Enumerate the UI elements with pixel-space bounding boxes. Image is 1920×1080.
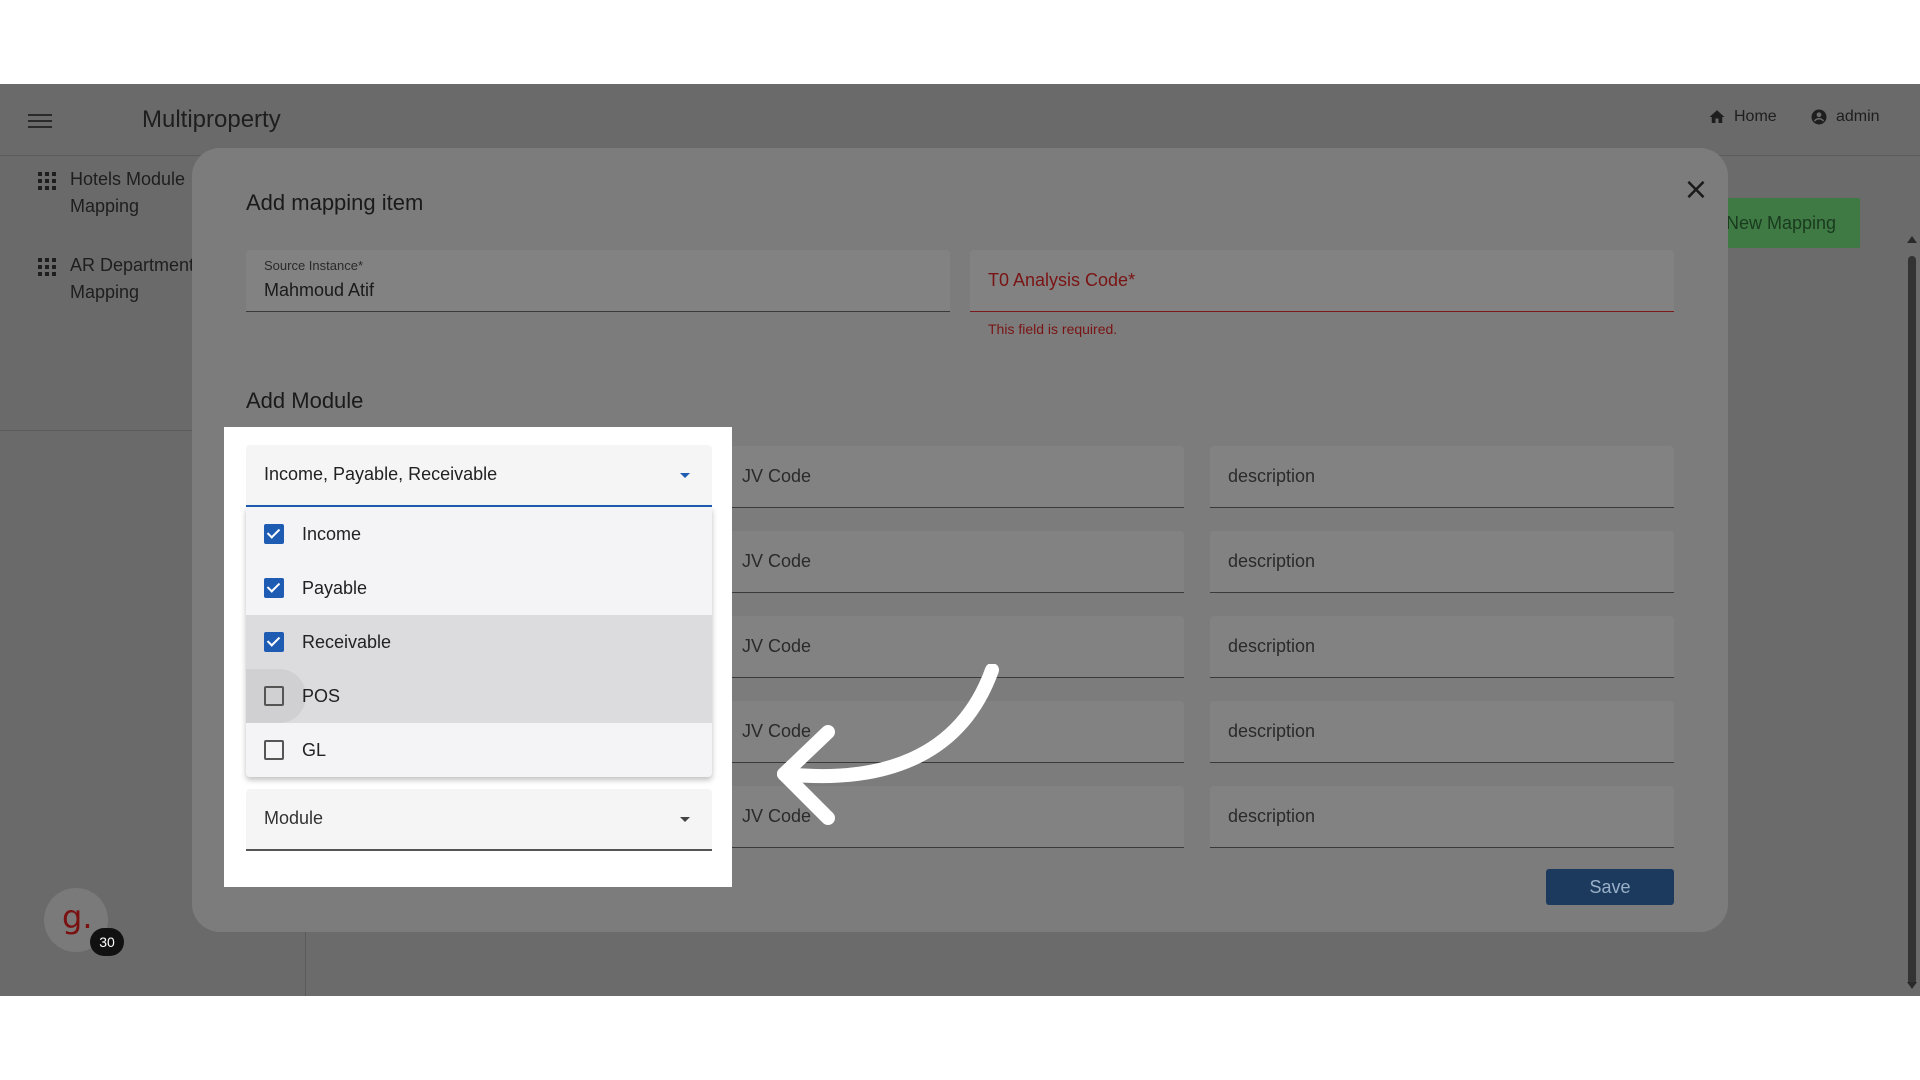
scroll-down-arrow-icon[interactable] — [1907, 982, 1917, 989]
dialog-title: Add mapping item — [246, 190, 424, 215]
description-input[interactable]: description — [1210, 786, 1674, 848]
module-select-value: Income, Payable, Receivable — [264, 464, 498, 484]
source-instance-label: Source Instance* — [264, 258, 364, 273]
sidebar-item-label: Hotels Module — [70, 169, 186, 189]
checkbox-unchecked-icon[interactable] — [264, 686, 284, 706]
sidebar-item-hotels-module-mapping[interactable]: Hotels Module Mapping — [38, 166, 185, 220]
nav-home-label: Home — [1734, 108, 1777, 125]
description-input[interactable]: description — [1210, 446, 1674, 508]
option-label: Receivable — [302, 632, 392, 652]
option-label: POS — [302, 686, 341, 706]
scrollbar-thumb[interactable] — [1908, 256, 1916, 986]
app-viewport: Multiproperty Home admin Hotels Module M… — [0, 84, 1920, 996]
source-instance-field[interactable]: Source Instance* Mahmoud Atif — [246, 250, 950, 312]
chat-widget-logo: g. — [62, 898, 93, 936]
description-input[interactable]: description — [1210, 531, 1674, 593]
option-payable[interactable]: Payable — [246, 561, 712, 615]
chevron-down-icon — [680, 817, 690, 822]
highlight-spotlight: Income, Payable, Receivable Income Payab… — [224, 427, 732, 887]
nav-admin-label: admin — [1836, 108, 1880, 125]
checkbox-checked-icon[interactable] — [264, 524, 284, 544]
checkbox-checked-icon[interactable] — [264, 632, 284, 652]
add-module-heading: Add Module — [246, 388, 364, 413]
module-select-placeholder: Module — [264, 808, 324, 828]
checkbox-unchecked-icon[interactable] — [264, 740, 284, 760]
description-placeholder: description — [1228, 636, 1316, 656]
option-receivable[interactable]: Receivable — [246, 615, 712, 669]
apps-grid-icon — [38, 258, 56, 276]
checkbox-checked-icon[interactable] — [264, 578, 284, 598]
description-placeholder: description — [1228, 551, 1316, 571]
option-label: Income — [302, 524, 362, 544]
jv-code-placeholder: JV Code — [742, 551, 812, 571]
account-circle-icon — [1811, 109, 1827, 125]
jv-code-input[interactable]: JV Code — [724, 446, 1184, 508]
description-placeholder: description — [1228, 806, 1316, 826]
save-button[interactable]: Save — [1546, 869, 1674, 905]
notification-count-badge: 30 — [90, 928, 124, 956]
option-pos[interactable]: POS — [246, 669, 712, 723]
source-instance-value: Mahmoud Atif — [264, 280, 375, 300]
analysis-code-input[interactable]: T0 Analysis Code* — [970, 250, 1674, 312]
page-scrollbar[interactable] — [1904, 156, 1920, 996]
tutorial-arrow-icon — [777, 664, 999, 825]
home-icon — [1709, 110, 1725, 123]
jv-code-placeholder: JV Code — [742, 636, 812, 656]
description-input[interactable]: description — [1210, 701, 1674, 763]
option-label: GL — [302, 740, 327, 760]
option-label: Payable — [302, 578, 368, 598]
sidebar-item-ar-department-mapping[interactable]: AR Department Mapping — [38, 252, 194, 306]
nav-admin-menu[interactable]: admin — [1810, 108, 1880, 126]
sidebar-item-label: Mapping — [70, 196, 140, 216]
app-bar: Multiproperty Home admin — [0, 84, 1920, 156]
sidebar-item-label: Mapping — [70, 282, 140, 302]
module-select-empty[interactable]: Module — [246, 789, 712, 851]
nav-home-link[interactable]: Home — [1708, 108, 1777, 126]
app-title: Multiproperty — [142, 106, 281, 133]
scroll-up-arrow-icon[interactable] — [1907, 236, 1917, 243]
module-options-list: Income Payable Receivable POS GL — [246, 507, 712, 777]
jv-code-input[interactable]: JV Code — [724, 531, 1184, 593]
description-input[interactable]: description — [1210, 616, 1674, 678]
close-icon[interactable]: × — [1682, 175, 1710, 205]
analysis-code-error: This field is required. — [988, 321, 1118, 337]
chat-widget-button[interactable]: g. 30 — [44, 888, 124, 956]
apps-grid-icon — [38, 172, 56, 190]
option-income[interactable]: Income — [246, 507, 712, 561]
module-select[interactable]: Income, Payable, Receivable — [246, 445, 712, 507]
option-gl[interactable]: GL — [246, 723, 712, 777]
chevron-down-icon — [680, 473, 690, 478]
analysis-code-placeholder: T0 Analysis Code* — [988, 270, 1136, 290]
description-placeholder: description — [1228, 466, 1316, 486]
jv-code-placeholder: JV Code — [742, 466, 812, 486]
description-placeholder: description — [1228, 721, 1316, 741]
sidebar-item-label: AR Department — [70, 255, 195, 275]
menu-icon[interactable] — [28, 110, 52, 130]
